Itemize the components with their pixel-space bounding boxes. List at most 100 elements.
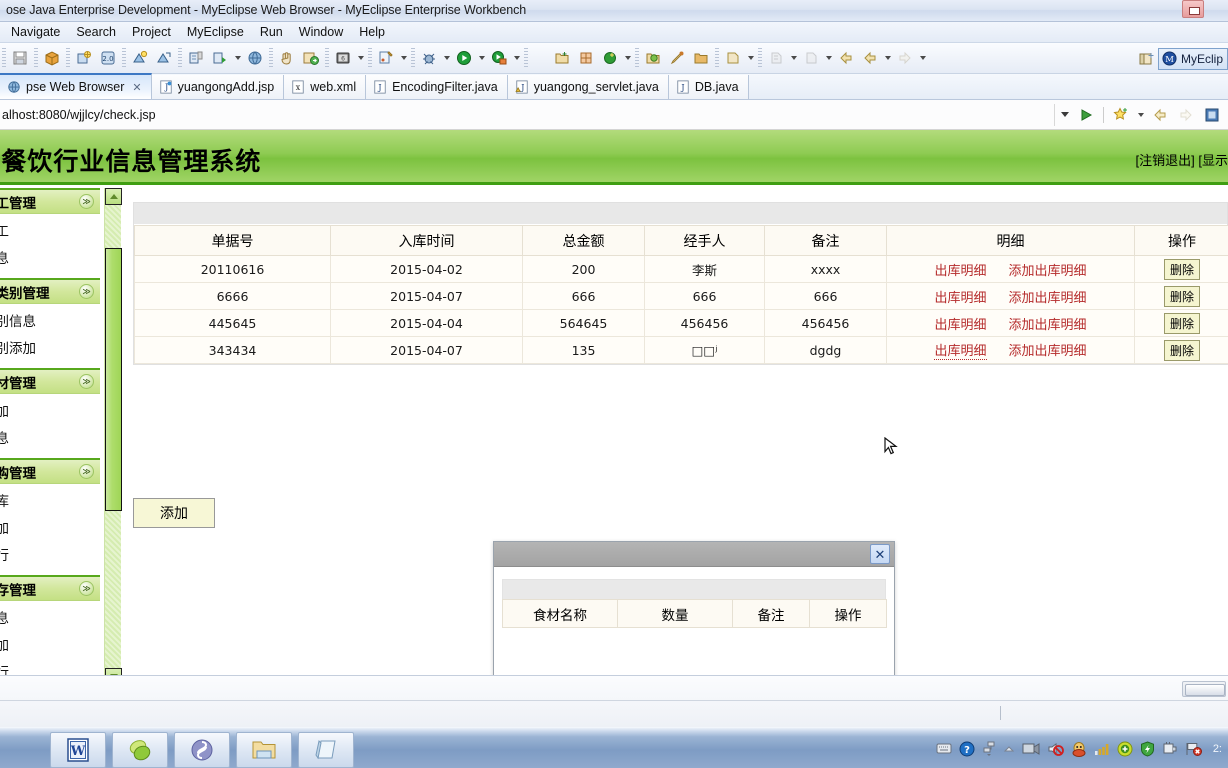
sidebar-section-purchase[interactable]: 采购管理 ≫ <box>0 458 100 484</box>
debug-dropdown-icon[interactable] <box>441 47 452 69</box>
server-dropdown-icon[interactable] <box>232 47 243 69</box>
notepad-icon[interactable] <box>298 732 354 768</box>
chevron-collapse-icon[interactable]: ≫ <box>79 581 94 596</box>
toolbar-grip[interactable] <box>325 48 329 68</box>
toolbar-grip[interactable] <box>635 48 639 68</box>
show-hidden-icon[interactable] <box>1003 744 1015 754</box>
flag-icon[interactable] <box>1185 741 1202 757</box>
menu-help[interactable]: Help <box>351 23 393 41</box>
debug-icon[interactable] <box>418 47 440 69</box>
menu-search[interactable]: Search <box>68 23 124 41</box>
plug-icon[interactable] <box>1162 741 1178 757</box>
sogou-icon[interactable] <box>174 732 230 768</box>
close-icon[interactable]: ✕ <box>132 81 141 94</box>
page-scrollbar-vertical[interactable] <box>104 188 122 675</box>
go-icon[interactable] <box>1074 103 1098 127</box>
delete-button[interactable]: 删除 <box>1163 285 1200 307</box>
qq-icon[interactable] <box>1071 741 1087 757</box>
snapshot-dropdown-icon[interactable] <box>355 47 366 69</box>
sidebar-item-category-0[interactable]: 类别信息 <box>0 308 100 335</box>
add-detail-link[interactable]: 添加出库明细 <box>1009 314 1087 333</box>
screen-capture-icon[interactable] <box>1022 741 1040 757</box>
sidebar-item-ingredient-0[interactable]: 添加 <box>0 398 100 425</box>
open-resource-icon[interactable] <box>690 47 712 69</box>
detail-link[interactable]: 出库明细 <box>934 260 986 279</box>
new-wizard-icon[interactable] <box>375 47 397 69</box>
back-icon[interactable] <box>1148 103 1172 127</box>
detail-link[interactable]: 出库明细 <box>934 340 987 360</box>
sidebar-item-purchase-0[interactable]: 入库 <box>0 488 100 515</box>
toolbar-grip[interactable] <box>34 48 38 68</box>
add-detail-link[interactable]: 添加出库明细 <box>1009 287 1087 306</box>
mango-browser-icon[interactable] <box>112 732 168 768</box>
save-icon[interactable] <box>9 47 31 69</box>
web-browser-icon[interactable] <box>244 47 266 69</box>
tab-web-xml[interactable]: x web.xml <box>284 75 367 99</box>
run-icon[interactable] <box>453 47 475 69</box>
clock[interactable]: 2: <box>1213 743 1222 755</box>
sidebar-section-category[interactable]: 材类别管理 ≫ <box>0 278 100 304</box>
sidebar-section-inventory[interactable]: 库存管理 ≫ <box>0 575 100 601</box>
sidebar-item-purchase-1[interactable]: 添加 <box>0 515 100 542</box>
prev-annotation-icon[interactable] <box>800 47 822 69</box>
tab-yuangong-servlet-java[interactable]: J yuangong_servlet.java <box>507 75 669 99</box>
sidebar-item-employee-1[interactable]: 信息 <box>0 245 100 272</box>
favorites-dropdown-icon[interactable] <box>1135 104 1146 126</box>
back-nav-icon[interactable] <box>859 47 881 69</box>
delete-button[interactable]: 删除 <box>1163 339 1200 361</box>
toolbar-grip[interactable] <box>411 48 415 68</box>
sidebar-item-employee-0[interactable]: 员工 <box>0 218 100 245</box>
url-input[interactable] <box>0 103 1054 126</box>
perspective-myeclipse-button[interactable]: M MyEclip <box>1157 47 1228 70</box>
sidebar-item-inventory-2[interactable]: 排行 <box>0 659 100 675</box>
sidebar-section-ingredient[interactable]: 食材管理 ≫ <box>0 368 100 394</box>
tab-encodingfilter-java[interactable]: J EncodingFilter.java <box>366 75 508 99</box>
word-icon[interactable]: W <box>50 732 106 768</box>
new-java-project-icon[interactable] <box>551 47 573 69</box>
last-edit-icon[interactable] <box>765 47 787 69</box>
tab-web-browser[interactable]: pse Web Browser ✕ <box>0 73 152 99</box>
keyboard-icon[interactable] <box>936 742 952 755</box>
open-type-icon[interactable] <box>642 47 664 69</box>
menu-project[interactable]: Project <box>124 23 179 41</box>
next-annotation-icon[interactable] <box>722 47 744 69</box>
header-links[interactable]: [注销退出] [显示 <box>1136 150 1228 169</box>
chevron-collapse-icon[interactable]: ≫ <box>79 284 94 299</box>
forward-icon[interactable] <box>1174 103 1198 127</box>
delete-button[interactable]: 删除 <box>1163 258 1200 280</box>
menu-run[interactable]: Run <box>252 23 291 41</box>
delete-button[interactable]: 删除 <box>1163 312 1200 334</box>
sidebar-item-inventory-0[interactable]: 信息 <box>0 605 100 632</box>
window-controls[interactable] <box>1182 0 1228 20</box>
toolbar-grip[interactable] <box>269 48 273 68</box>
volume-muted-icon[interactable] <box>1047 741 1064 757</box>
prev-annotation-dropdown-icon[interactable] <box>823 47 834 69</box>
menu-window[interactable]: Window <box>291 23 351 41</box>
sidebar-item-inventory-1[interactable]: 添加 <box>0 632 100 659</box>
toolbar-grip[interactable] <box>715 48 719 68</box>
add-detail-link[interactable]: 添加出库明细 <box>1009 260 1087 279</box>
new-generic-dropdown-icon[interactable] <box>622 47 633 69</box>
folder-icon[interactable] <box>236 732 292 768</box>
new-class-icon[interactable] <box>575 47 597 69</box>
run-external-icon[interactable] <box>488 47 510 69</box>
export-icon[interactable] <box>300 47 322 69</box>
forward-nav-icon[interactable] <box>894 47 916 69</box>
favorites-icon[interactable] <box>1109 103 1133 127</box>
add-button[interactable]: 添加 <box>133 498 215 528</box>
menu-myeclipse[interactable]: MyEclipse <box>179 23 252 41</box>
close-icon[interactable]: ✕ <box>870 544 890 564</box>
restore-button[interactable] <box>1182 0 1204 18</box>
new-package-icon[interactable] <box>41 47 63 69</box>
toolbar-grip[interactable] <box>368 48 372 68</box>
detail-link[interactable]: 出库明细 <box>934 314 986 333</box>
chevron-collapse-icon[interactable]: ≫ <box>79 374 94 389</box>
toolbar-grip[interactable] <box>524 48 528 68</box>
url-dropdown-icon[interactable] <box>1054 103 1074 126</box>
next-annotation-dropdown-icon[interactable] <box>745 47 756 69</box>
search-reference-icon[interactable] <box>666 47 688 69</box>
add-detail-link[interactable]: 添加出库明细 <box>1009 340 1087 360</box>
snapshot-icon[interactable]: 6 <box>332 47 354 69</box>
toolbar-grip[interactable] <box>2 48 6 68</box>
sidebar-item-category-1[interactable]: 类别添加 <box>0 335 100 362</box>
